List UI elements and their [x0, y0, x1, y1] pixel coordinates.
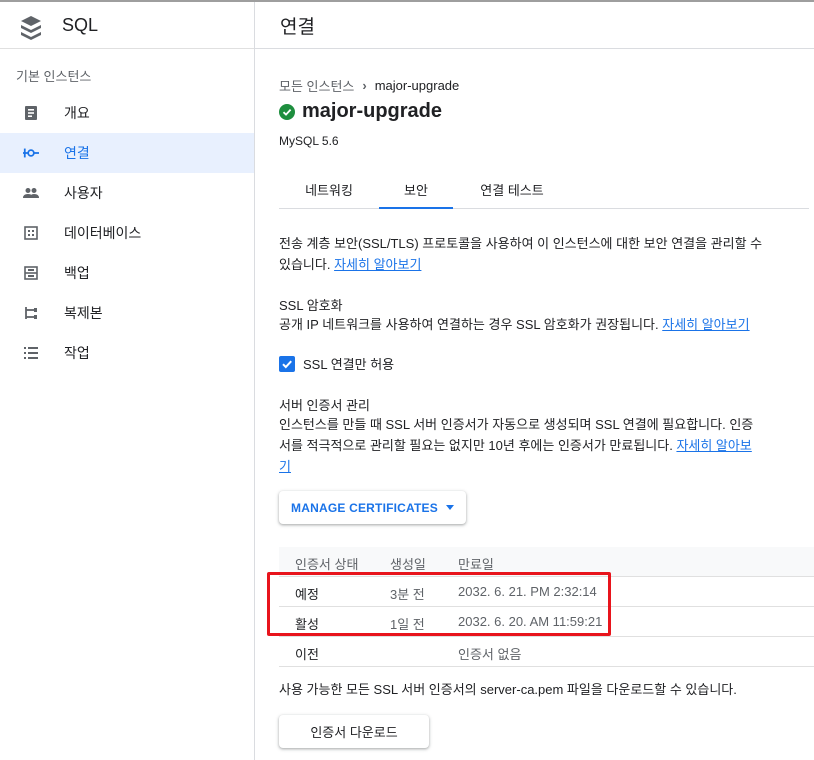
table-header: 인증서 상태 생성일 만료일: [279, 547, 814, 577]
breadcrumb-current: major-upgrade: [374, 78, 460, 93]
cert-created: 1일 전: [390, 617, 425, 632]
cert-status: 예정: [295, 587, 319, 602]
sidebar: SQL 기본 인스턴스 개요 연결 사용자 데이터베이스 백업 복제본 작업: [0, 2, 255, 760]
sidebar-item-label: 데이터베이스: [64, 225, 142, 241]
users-icon: [23, 185, 39, 201]
ssl-only-checkbox[interactable]: [279, 355, 295, 372]
cert-expires: 2032. 6. 20. AM 11:59:21: [458, 614, 603, 629]
server-cert-text: 서를 적극적으로 관리할 필요는 없지만 10년 후에는 인증서가 만료됩니다.: [279, 438, 673, 453]
certificate-table: 인증서 상태 생성일 만료일 예정 3분 전 2032. 6. 21. PM 2…: [279, 547, 814, 667]
sidebar-item-databases[interactable]: 데이터베이스: [0, 213, 254, 253]
app-title: SQL: [62, 15, 99, 35]
tab-networking[interactable]: 네트워킹: [279, 170, 379, 208]
cert-status: 이전: [295, 647, 319, 662]
breadcrumb: 모든 인스턴스 › major-upgrade: [279, 76, 459, 95]
backups-icon: [23, 265, 39, 281]
download-certificates-button[interactable]: 인증서 다운로드: [279, 715, 429, 748]
security-intro: 전송 계층 보안(SSL/TLS) 프로토콜을 사용하여 이 인스턴스에 대한 …: [279, 233, 794, 275]
tab-label: 네트워킹: [305, 182, 353, 198]
chevron-right-icon: ›: [362, 78, 367, 93]
server-cert-heading: 서버 인증서 관리: [279, 398, 370, 413]
sidebar-divider: [0, 48, 254, 49]
operations-icon: [23, 345, 39, 361]
server-cert-text: 인스턴스를 만들 때 SSL 서버 인증서가 자동으로 생성되며 SSL 연결에…: [279, 417, 754, 432]
instance-version: MySQL 5.6: [279, 134, 339, 148]
column-header-expires: 만료일: [458, 557, 494, 572]
tab-label: 연결 테스트: [480, 182, 544, 198]
server-cert-learn-more-link[interactable]: 자세히 알아보: [676, 438, 751, 453]
server-cert-description: 인스턴스를 만들 때 SSL 서버 인증서가 자동으로 생성되며 SSL 연결에…: [279, 414, 794, 477]
ssl-description: 공개 IP 네트워크를 사용하여 연결하는 경우 SSL 암호화가 권장됩니다.…: [279, 314, 794, 335]
tab-bar: 네트워킹 보안 연결 테스트: [279, 170, 809, 209]
sidebar-item-label: 개요: [64, 105, 90, 121]
table-row: 활성 1일 전 2032. 6. 20. AM 11:59:21: [279, 607, 814, 637]
download-description: 사용 가능한 모든 SSL 서버 인증서의 server-ca.pem 파일을 …: [279, 682, 737, 697]
sql-logo-icon[interactable]: [18, 14, 44, 40]
tab-connectivity-test[interactable]: 연결 테스트: [453, 170, 571, 208]
cert-created: 3분 전: [390, 587, 425, 602]
sidebar-item-label: 사용자: [64, 185, 103, 201]
sidebar-section-label: 기본 인스턴스: [16, 69, 92, 84]
intro-text: 있습니다.: [279, 257, 331, 272]
sidebar-item-connections[interactable]: 연결: [0, 133, 254, 173]
intro-text: 전송 계층 보안(SSL/TLS) 프로토콜을 사용하여 이 인스턴스에 대한 …: [279, 236, 763, 251]
replicas-icon: [23, 305, 39, 321]
ssl-only-option[interactable]: SSL 연결만 허용: [279, 354, 394, 373]
sidebar-item-backups[interactable]: 백업: [0, 253, 254, 293]
sidebar-item-overview[interactable]: 개요: [0, 93, 254, 133]
databases-icon: [23, 225, 39, 241]
ssl-learn-more-link[interactable]: 자세히 알아보기: [662, 317, 749, 332]
download-certificates-label: 인증서 다운로드: [310, 725, 398, 740]
sidebar-item-label: 연결: [64, 145, 90, 161]
breadcrumb-all-instances[interactable]: 모든 인스턴스: [279, 76, 354, 95]
learn-more-link[interactable]: 자세히 알아보기: [334, 257, 421, 272]
instance-name: major-upgrade: [302, 100, 443, 122]
sidebar-item-label: 복제본: [64, 305, 103, 321]
column-header-status: 인증서 상태: [295, 557, 359, 572]
manage-certificates-button[interactable]: MANAGE CERTIFICATES: [279, 491, 466, 524]
instance-heading: major-upgrade: [279, 100, 442, 123]
overview-icon: [23, 105, 39, 121]
column-header-created: 생성일: [390, 557, 426, 572]
sidebar-item-label: 작업: [64, 345, 90, 361]
caret-down-icon: [445, 505, 454, 510]
connections-icon: [23, 145, 39, 161]
main-header: 연결: [255, 2, 814, 49]
cert-expires: 인증서 없음: [458, 647, 522, 662]
tab-security[interactable]: 보안: [379, 170, 453, 209]
manage-certificates-label: MANAGE CERTIFICATES: [291, 500, 438, 515]
table-row: 이전 인증서 없음: [279, 637, 814, 667]
sidebar-nav: 개요 연결 사용자 데이터베이스 백업 복제본 작업: [0, 93, 254, 373]
check-circle-icon: [279, 103, 295, 120]
ssl-heading: SSL 암호화: [279, 298, 343, 313]
table-row: 예정 3분 전 2032. 6. 21. PM 2:32:14: [279, 577, 814, 607]
cert-status: 활성: [295, 617, 319, 632]
server-cert-learn-more-link-cont[interactable]: 기: [279, 459, 291, 474]
sidebar-item-users[interactable]: 사용자: [0, 173, 254, 213]
ssl-only-label: SSL 연결만 허용: [303, 357, 395, 372]
sidebar-item-label: 백업: [64, 265, 90, 281]
sidebar-item-replicas[interactable]: 복제본: [0, 293, 254, 333]
page-title: 연결: [280, 17, 315, 38]
sidebar-item-operations[interactable]: 작업: [0, 333, 254, 373]
tab-label: 보안: [404, 182, 428, 198]
cert-expires: 2032. 6. 21. PM 2:32:14: [458, 584, 597, 599]
ssl-desc-text: 공개 IP 네트워크를 사용하여 연결하는 경우 SSL 암호화가 권장됩니다.: [279, 317, 659, 332]
